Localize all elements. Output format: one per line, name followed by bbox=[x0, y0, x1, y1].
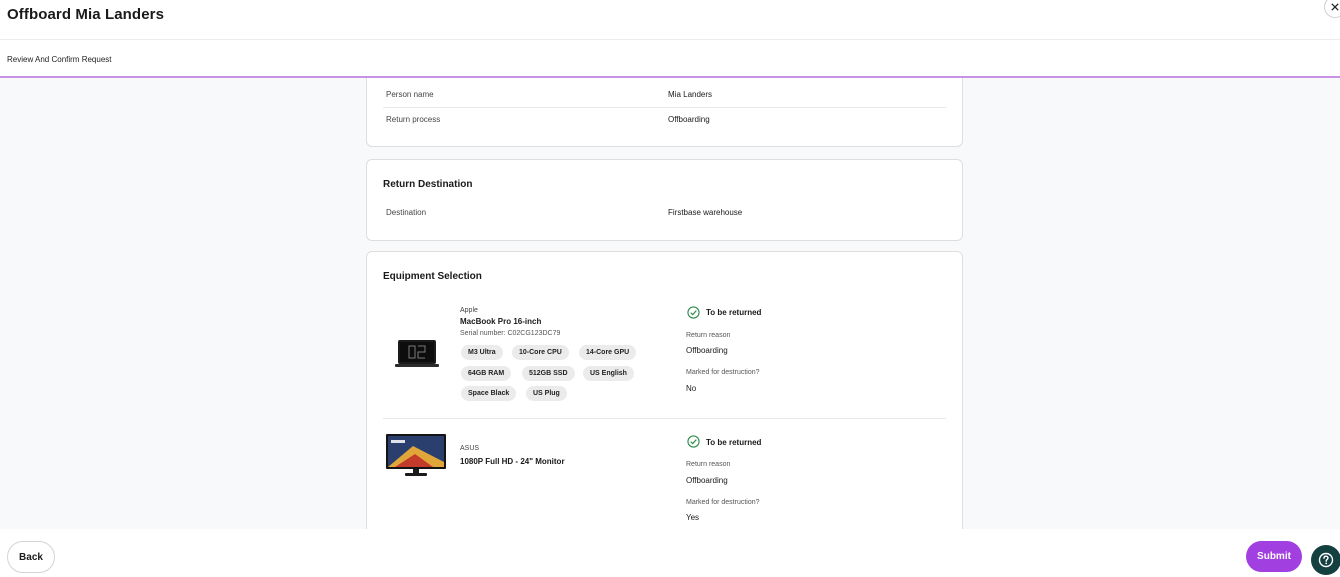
help-icon bbox=[1318, 552, 1334, 568]
destination-label: Destination bbox=[386, 208, 427, 217]
page-title: Offboard Mia Landers bbox=[7, 6, 165, 23]
close-button[interactable] bbox=[1324, 0, 1340, 18]
destruction-value: Yes bbox=[686, 513, 700, 522]
equipment-selection-title: Equipment Selection bbox=[383, 271, 482, 282]
spec-chip: 512GB SSD bbox=[522, 366, 575, 381]
destruction-value: No bbox=[686, 384, 697, 393]
laptop-image bbox=[395, 340, 439, 367]
equipment-status: To be returned bbox=[706, 308, 762, 317]
person-details-card: Person name Mia Landers Return process O… bbox=[366, 78, 963, 147]
equipment-model: 1080P Full HD - 24" Monitor bbox=[460, 457, 565, 466]
destination-value: Firstbase warehouse bbox=[668, 208, 743, 217]
equipment-status: To be returned bbox=[706, 438, 762, 447]
return-process-label: Return process bbox=[386, 115, 441, 124]
return-destination-card: Return Destination Destination Firstbase… bbox=[366, 159, 963, 241]
step-header: Review And Confirm Request bbox=[0, 40, 1340, 78]
spec-chip: US English bbox=[583, 366, 634, 381]
check-circle-icon bbox=[687, 306, 700, 319]
spec-chip: US Plug bbox=[526, 386, 567, 401]
row-divider bbox=[383, 107, 946, 108]
close-icon bbox=[1331, 3, 1339, 11]
modal-footer: Back Submit bbox=[0, 529, 1340, 577]
spec-chip: 10-Core CPU bbox=[512, 345, 569, 360]
spec-chip: Space Black bbox=[461, 386, 517, 401]
check-circle-icon bbox=[687, 435, 700, 448]
submit-button[interactable]: Submit bbox=[1246, 541, 1302, 572]
equipment-brand: ASUS bbox=[460, 445, 480, 452]
return-process-value: Offboarding bbox=[668, 115, 710, 124]
modal-header: Offboard Mia Landers bbox=[0, 0, 1340, 40]
spec-chip: 64GB RAM bbox=[461, 366, 512, 381]
destruction-label: Marked for destruction? bbox=[686, 499, 760, 506]
person-name-label: Person name bbox=[386, 90, 434, 99]
equipment-selection-card: Equipment Selection Apple MacBook Pro 16… bbox=[366, 251, 963, 529]
return-reason-value: Offboarding bbox=[686, 346, 728, 355]
spec-chip: 14-Core GPU bbox=[579, 345, 637, 360]
equipment-brand: Apple bbox=[460, 307, 478, 314]
back-button[interactable]: Back bbox=[7, 541, 55, 573]
help-button[interactable] bbox=[1311, 545, 1340, 575]
monitor-image bbox=[386, 434, 446, 476]
return-reason-label: Return reason bbox=[686, 461, 731, 468]
equipment-serial: Serial number: C02CG123DC79 bbox=[460, 330, 561, 337]
return-reason-value: Offboarding bbox=[686, 476, 728, 485]
return-destination-title: Return Destination bbox=[383, 179, 473, 190]
return-reason-label: Return reason bbox=[686, 332, 731, 339]
destruction-label: Marked for destruction? bbox=[686, 369, 760, 376]
person-name-value: Mia Landers bbox=[668, 90, 713, 99]
equipment-model: MacBook Pro 16-inch bbox=[460, 317, 542, 326]
item-divider bbox=[383, 418, 946, 419]
spec-chip: M3 Ultra bbox=[461, 345, 503, 360]
step-label: Review And Confirm Request bbox=[7, 55, 112, 64]
review-content[interactable]: Person name Mia Landers Return process O… bbox=[0, 78, 1340, 529]
